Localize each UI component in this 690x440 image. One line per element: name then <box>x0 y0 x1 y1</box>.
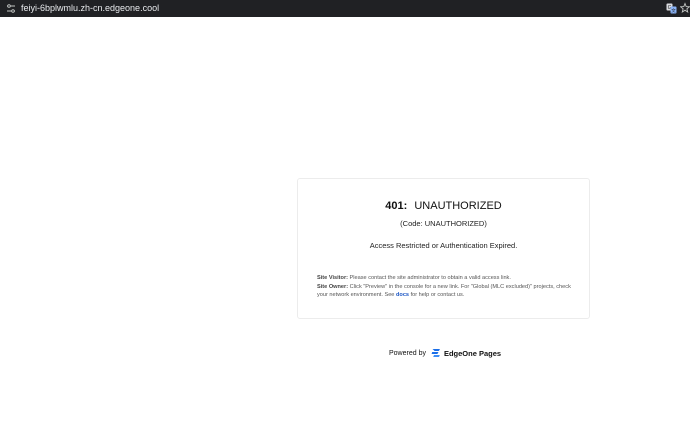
site-visitor-text: Please contact the site administrator to… <box>347 275 511 281</box>
error-title: 401: UNAUTHORIZED <box>298 200 589 212</box>
svg-text:文: 文 <box>671 7 676 14</box>
site-owner-text-end: for help or contact us. <box>409 291 465 298</box>
url-text[interactable]: feiyi-6bplwmlu.zh-cn.edgeone.cool <box>21 2 159 15</box>
site-owner-note: Site Owner: Click "Preview" in the conso… <box>317 284 577 299</box>
error-details: Site Visitor: Please contact the site ad… <box>317 275 577 301</box>
error-status-text: UNAUTHORIZED <box>414 200 502 212</box>
error-status-code: 401: <box>385 200 408 212</box>
edgeone-logo-icon <box>431 349 440 357</box>
docs-link[interactable]: docs <box>396 292 409 298</box>
site-visitor-label: Site Visitor: <box>317 275 348 281</box>
site-info-icon[interactable] <box>6 3 16 14</box>
error-card: 401: UNAUTHORIZED (Code: UNAUTHORIZED) A… <box>297 178 590 319</box>
site-visitor-note: Site Visitor: Please contact the site ad… <box>317 275 577 282</box>
powered-by-text: Powered by <box>389 349 426 357</box>
error-code-line: (Code: UNAUTHORIZED) <box>400 219 487 228</box>
edgeone-brand: EdgeOne Pages <box>443 348 502 358</box>
error-message: Access Restricted or Authentication Expi… <box>369 241 518 250</box>
browser-address-bar: feiyi-6bplwmlu.zh-cn.edgeone.cool G 文 <box>0 0 690 17</box>
site-owner-label: Site Owner: <box>317 284 349 291</box>
bookmark-star-icon[interactable] <box>680 2 690 14</box>
powered-by-footer[interactable]: Powered by EdgeOne Pages <box>389 346 501 360</box>
translate-icon[interactable]: G 文 <box>666 3 677 14</box>
